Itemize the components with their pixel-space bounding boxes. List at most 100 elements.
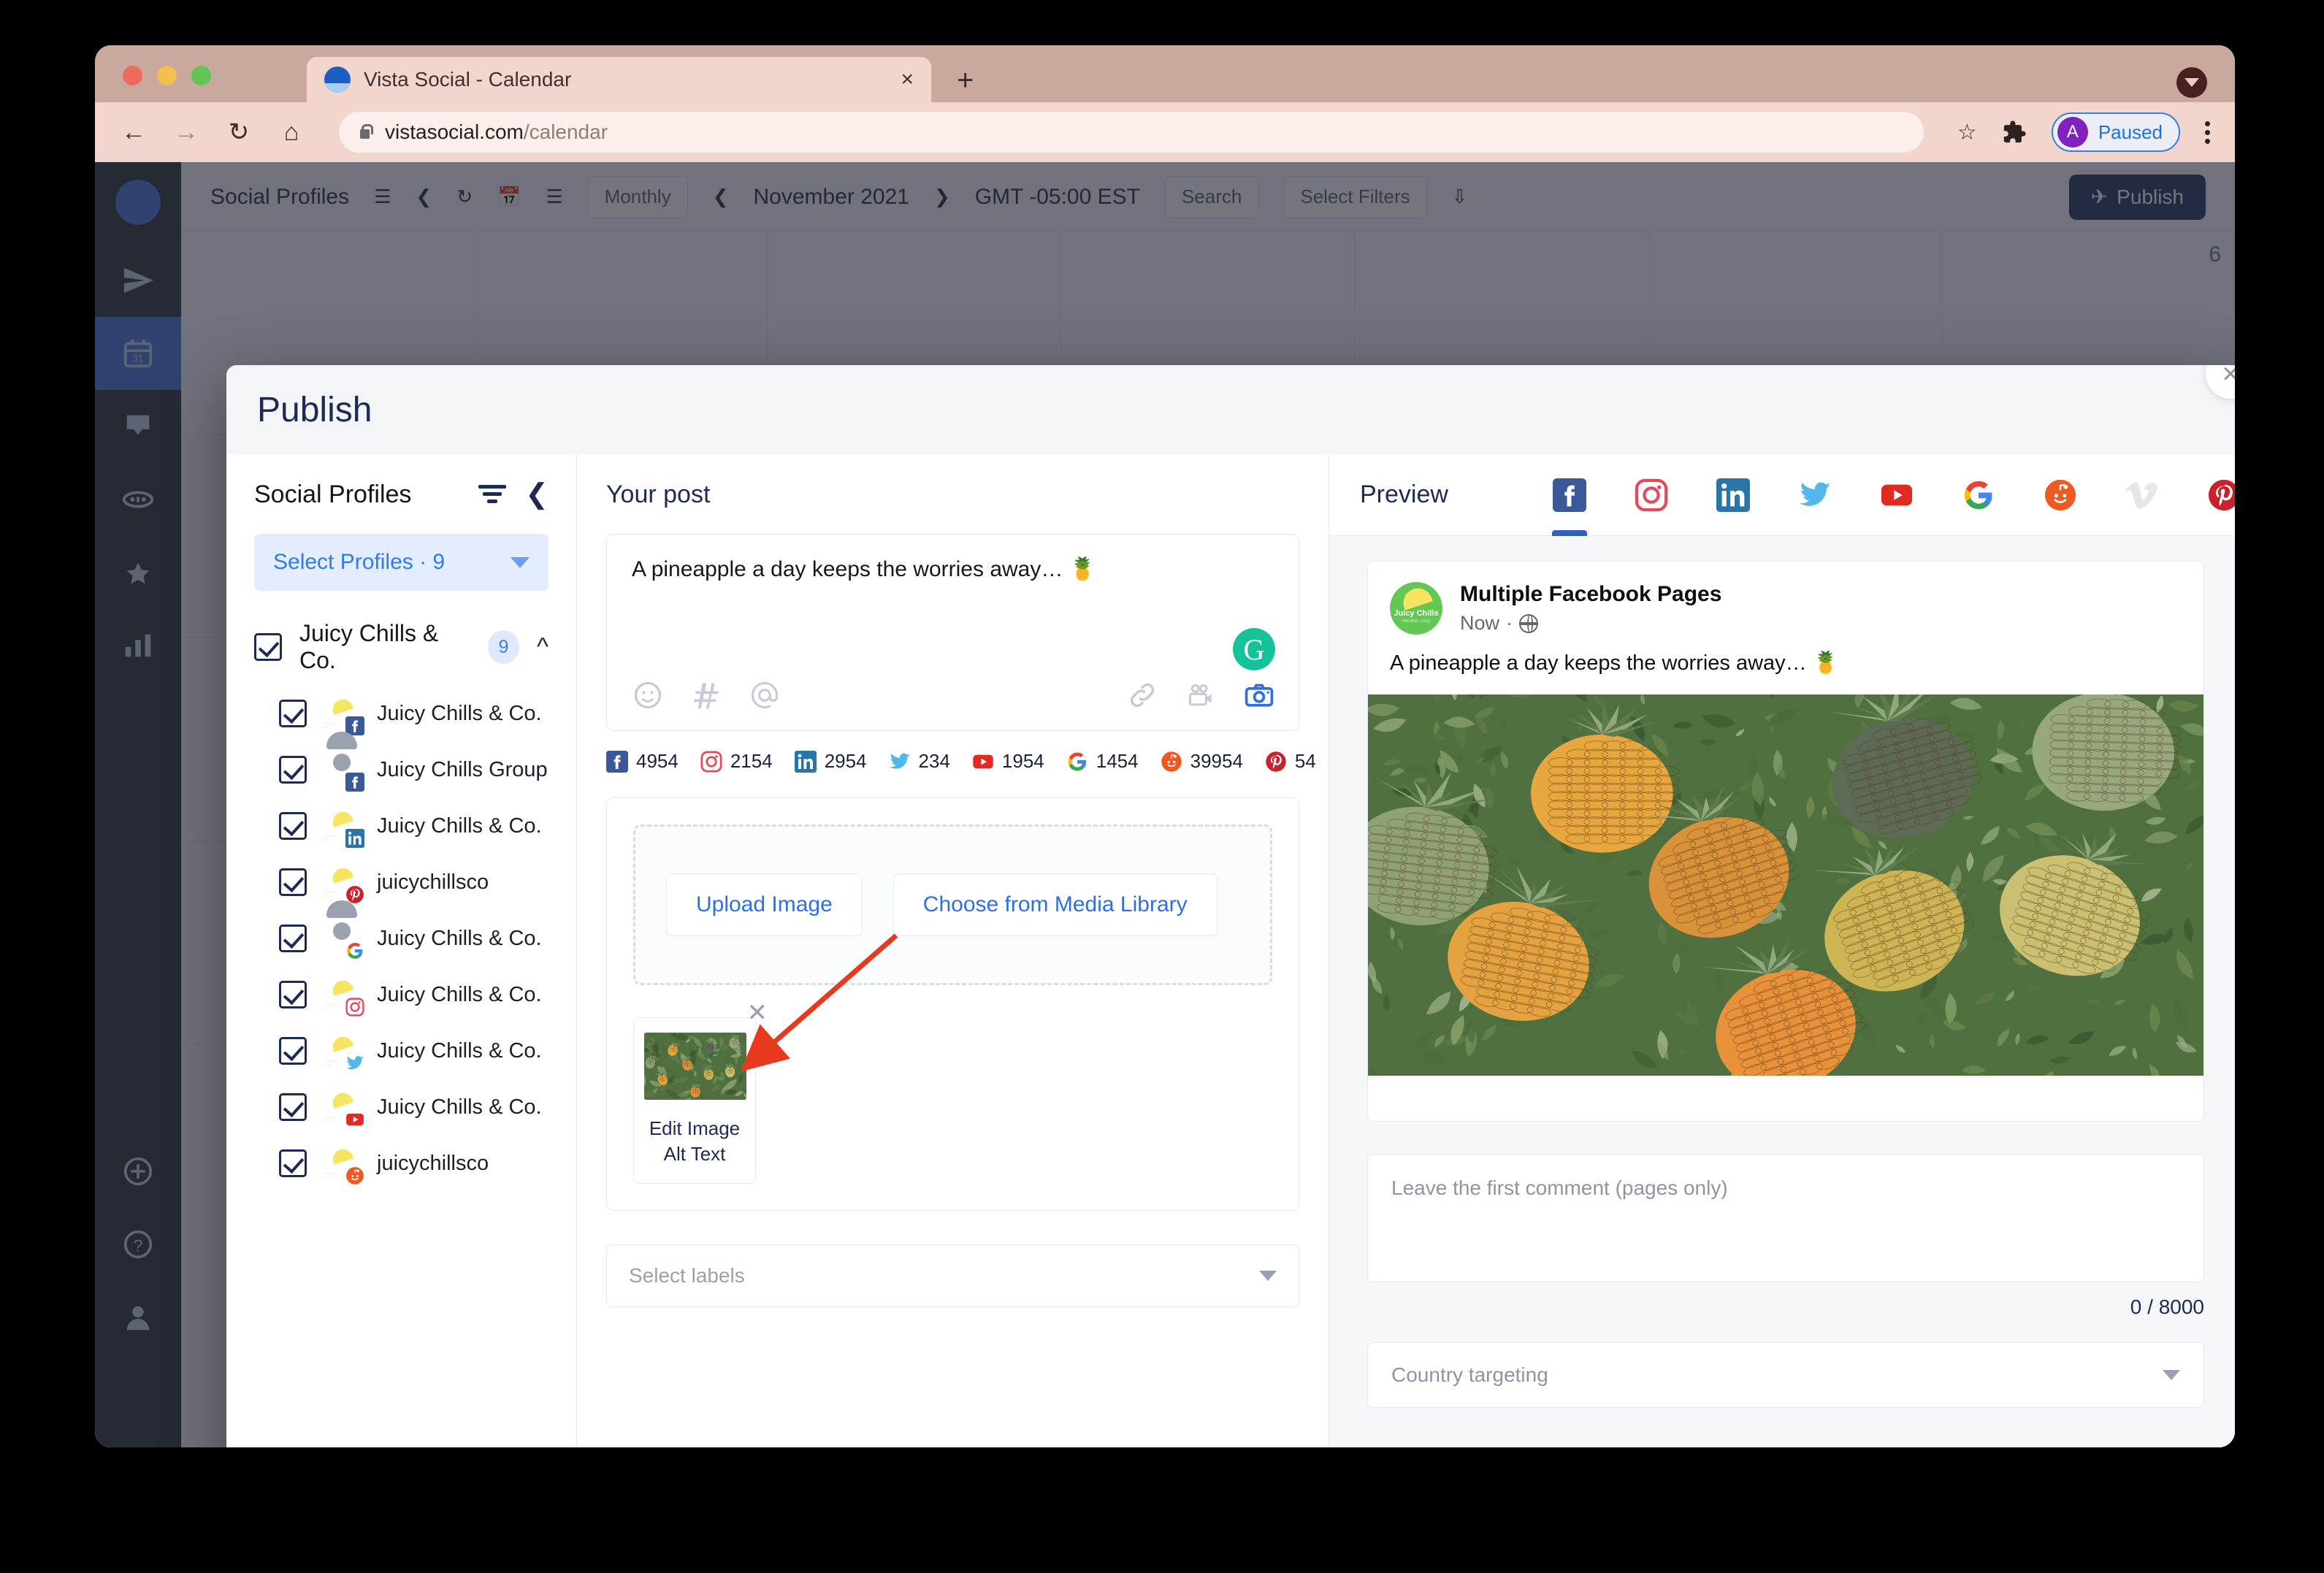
chevron-left-icon[interactable]: ❮: [525, 481, 548, 508]
preview-tab-google[interactable]: [1938, 454, 2019, 536]
composer-toolbar: [632, 679, 1275, 711]
reddit-badge-icon: [344, 1165, 366, 1187]
preview-tab-reddit[interactable]: [2019, 454, 2101, 536]
browser-menu-icon[interactable]: [2205, 120, 2210, 144]
preview-tab-facebook[interactable]: [1529, 454, 1610, 536]
emoji-icon[interactable]: [632, 679, 664, 711]
preview-tab-pinterest[interactable]: [2183, 454, 2235, 536]
google-icon: [1962, 478, 1995, 512]
choose-media-library-button[interactable]: Choose from Media Library: [892, 873, 1218, 936]
preview-tab-twitter[interactable]: [1774, 454, 1856, 536]
camera-icon[interactable]: [1243, 679, 1275, 711]
preview-panel: Preview Juicy Chills ORGANIC JUICE Multi…: [1329, 454, 2235, 1447]
filter-icon[interactable]: [478, 484, 507, 505]
browser-tab[interactable]: Vista Social - Calendar ×: [307, 57, 931, 102]
profile-row[interactable]: Juicy Chills ORGANIC JUICE Juicy Chills …: [254, 807, 548, 849]
profile-row[interactable]: Juicy Chills ORGANIC JUICE juicychillsco: [254, 1144, 548, 1187]
sidebar-item-listening[interactable]: [95, 463, 181, 536]
profile-name: Juicy Chills & Co.: [377, 1095, 542, 1119]
preview-tab-linkedin[interactable]: [1692, 454, 1774, 536]
profile-checkbox[interactable]: [279, 1149, 307, 1177]
facebook-post-footer: [1368, 1076, 2203, 1121]
media-dropzone[interactable]: Upload Image Choose from Media Library: [633, 824, 1272, 985]
select-profiles-dropdown[interactable]: Select Profiles · 9: [254, 534, 548, 591]
home-icon[interactable]: ⌂: [278, 120, 305, 145]
sidebar-item-inbox[interactable]: [95, 390, 181, 463]
profile-row[interactable]: Juicy Chills ORGANIC JUICE juicychillsco: [254, 863, 548, 906]
remove-media-icon[interactable]: ✕: [747, 998, 768, 1027]
tab-title: Vista Social - Calendar: [364, 68, 572, 91]
profile-checkbox[interactable]: [279, 925, 307, 952]
preview-tab-youtube[interactable]: [1856, 454, 1938, 536]
char-count-item: 2954: [794, 750, 867, 773]
sidebar-item-reviews[interactable]: [95, 536, 181, 609]
sidebar-item-reports[interactable]: [95, 609, 181, 682]
back-icon[interactable]: ←: [120, 120, 148, 145]
social-profiles-panel: Social Profiles ❮ Select Profiles · 9 Ju…: [226, 454, 577, 1447]
edit-alt-text-link[interactable]: Edit Image Alt Text: [644, 1116, 745, 1167]
profile-checkbox[interactable]: [279, 981, 307, 1009]
select-labels-dropdown[interactable]: Select labels: [606, 1244, 1299, 1308]
tabstrip-chevron-down-icon[interactable]: [2176, 67, 2207, 98]
reload-icon[interactable]: ↻: [225, 120, 253, 145]
sidebar-item-publish[interactable]: [95, 244, 181, 317]
profile-checkbox[interactable]: [279, 1093, 307, 1121]
group-checkbox[interactable]: [254, 633, 282, 661]
profile-avatar: [323, 900, 366, 962]
profile-name: Juicy Chills & Co.: [377, 926, 542, 950]
hashtag-icon[interactable]: [690, 679, 722, 711]
profile-checkbox[interactable]: [279, 756, 307, 784]
preview-header: Preview: [1329, 454, 2235, 536]
video-icon[interactable]: [1185, 679, 1217, 711]
profile-checkbox[interactable]: [279, 812, 307, 840]
sidebar-item-calendar[interactable]: 31: [95, 317, 181, 390]
profile-row[interactable]: Juicy Chills & Co.: [254, 900, 548, 962]
post-composer[interactable]: A pineapple a day keeps the worries away…: [606, 534, 1299, 731]
country-targeting-dropdown[interactable]: Country targeting: [1367, 1342, 2204, 1408]
svg-text:31: 31: [133, 353, 144, 364]
chevron-down-icon: [1259, 1271, 1277, 1282]
profile-row[interactable]: Juicy Chills ORGANIC JUICE Juicy Chills …: [254, 976, 548, 1018]
profile-group-row[interactable]: Juicy Chills & Co. 9 ^: [254, 620, 548, 674]
bookmark-star-icon[interactable]: ☆: [1957, 120, 1977, 145]
minimize-window-button[interactable]: [157, 66, 177, 85]
profile-avatar: [323, 732, 366, 793]
mention-icon[interactable]: [749, 679, 781, 711]
profile-row[interactable]: Juicy Chills ORGANIC JUICE Juicy Chills …: [254, 1032, 548, 1074]
linkedin-icon: [1716, 478, 1750, 512]
preview-tab-list: [1529, 454, 2235, 536]
char-count-item: 39954: [1161, 750, 1243, 773]
extensions-puzzle-icon[interactable]: [2002, 120, 2027, 145]
profile-checkbox[interactable]: [279, 1037, 307, 1065]
address-bar[interactable]: vistasocial.com/calendar: [339, 112, 1924, 153]
first-comment-input[interactable]: Leave the first comment (pages only): [1367, 1154, 2204, 1282]
profile-name: juicychillsco: [377, 1151, 489, 1175]
media-thumbnail-card[interactable]: Edit Image Alt Text: [633, 1017, 756, 1184]
profile-checkbox[interactable]: [279, 868, 307, 896]
facebook-icon: [606, 750, 628, 773]
chevron-up-icon[interactable]: ^: [537, 634, 548, 659]
post-text[interactable]: A pineapple a day keeps the worries away…: [632, 556, 1274, 582]
sidebar-item-help[interactable]: ?: [95, 1208, 181, 1281]
grammarly-icon[interactable]: G: [1233, 628, 1275, 670]
sidebar-item-account[interactable]: [95, 1281, 181, 1354]
sidebar-item-add[interactable]: [95, 1135, 181, 1208]
app-logo[interactable]: [115, 180, 161, 225]
window-traffic-lights[interactable]: [123, 66, 211, 85]
new-tab-button[interactable]: +: [957, 66, 974, 95]
upload-image-button[interactable]: Upload Image: [666, 873, 863, 936]
tab-close-icon[interactable]: ×: [901, 69, 914, 91]
svg-text:?: ?: [134, 1236, 143, 1255]
char-count-value: 2154: [730, 750, 773, 772]
profile-row[interactable]: Juicy Chills ORGANIC JUICE Juicy Chills …: [254, 1088, 548, 1130]
close-window-button[interactable]: [123, 66, 142, 85]
preview-tab-vimeo[interactable]: [2101, 454, 2183, 536]
maximize-window-button[interactable]: [191, 66, 211, 85]
profile-checkbox[interactable]: [279, 700, 307, 727]
link-icon[interactable]: [1126, 679, 1158, 711]
profile-row[interactable]: Juicy Chills Group: [254, 732, 548, 793]
page-title: Publish: [257, 390, 372, 429]
preview-tab-instagram[interactable]: [1610, 454, 1692, 536]
profile-status-button[interactable]: A Paused: [2051, 112, 2180, 152]
profile-row[interactable]: Juicy Chills ORGANIC JUICE Juicy Chills …: [254, 694, 548, 737]
